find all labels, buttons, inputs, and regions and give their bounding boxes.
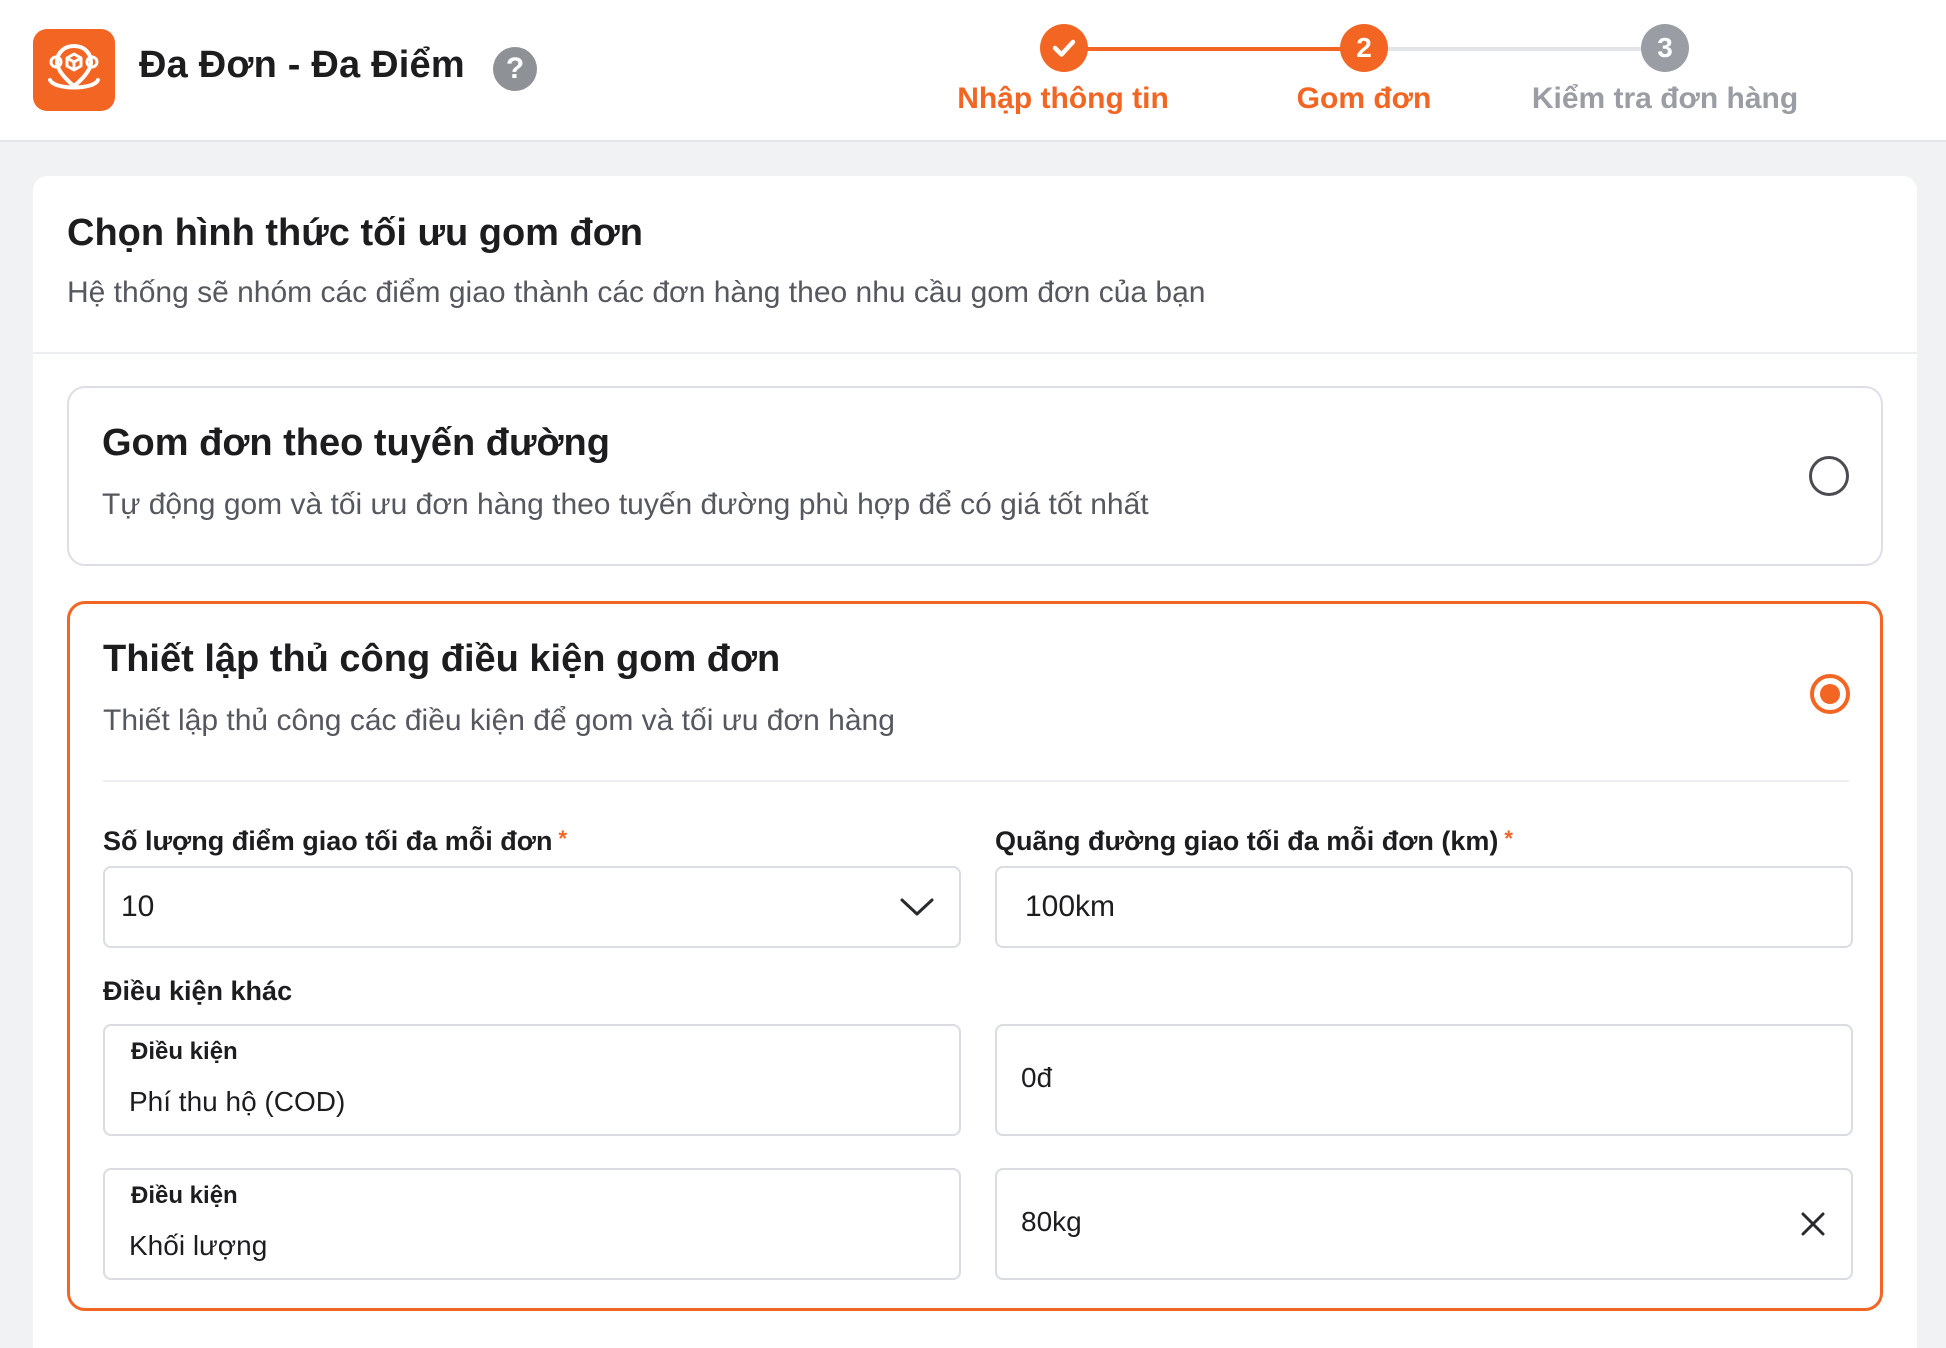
top-bar: Đa Đơn - Đa Điểm ? Nhập thông tin 2 Gom …	[0, 0, 1946, 142]
max-distance-label: Quãng đường giao tối đa mỗi đơn (km) *	[995, 826, 1513, 857]
location-package-logo-icon	[48, 43, 100, 90]
max-points-select[interactable]: 10	[103, 866, 961, 948]
divider	[103, 780, 1849, 782]
condition-type-value: Phí thu hộ (COD)	[129, 1086, 346, 1117]
max-distance-label-text: Quãng đường giao tối đa mỗi đơn (km)	[995, 826, 1499, 856]
option-title: Gom đơn theo tuyến đường	[102, 422, 610, 464]
required-mark: *	[1504, 826, 1513, 851]
max-distance-input[interactable]: 100km	[995, 866, 1853, 948]
step-2-label: Gom đơn	[1296, 82, 1432, 115]
step-2-circle: 2	[1340, 24, 1388, 72]
chevron-down-icon	[900, 898, 934, 916]
option-subtitle: Tự động gom và tối ưu đơn hàng theo tuyế…	[102, 488, 1149, 521]
step-3-circle: 3	[1641, 24, 1689, 72]
max-points-value: 10	[121, 890, 155, 923]
section-header: Chọn hình thức tối ưu gom đơn Hệ thống s…	[33, 176, 1917, 354]
condition-label: Điều kiện	[131, 1038, 238, 1065]
condition-type-field[interactable]: Điều kiện Phí thu hộ (COD)	[103, 1024, 961, 1136]
step-3-label: Kiểm tra đơn hàng	[1531, 82, 1799, 115]
condition-type-field[interactable]: Điều kiện Khối lượng	[103, 1168, 961, 1280]
max-points-label-text: Số lượng điểm giao tối đa mỗi đơn	[103, 826, 553, 856]
condition-value: 80kg	[1021, 1206, 1082, 1237]
option-manual-conditions[interactable]: Thiết lập thủ công điều kiện gom đơn Thi…	[67, 601, 1883, 1311]
other-conditions-label: Điều kiện khác	[103, 976, 293, 1006]
step-1-circle	[1040, 24, 1088, 72]
option-subtitle: Thiết lập thủ công các điều kiện để gom …	[103, 704, 895, 737]
condition-value-input[interactable]: 80kg	[995, 1168, 1853, 1280]
option-title: Thiết lập thủ công điều kiện gom đơn	[103, 638, 781, 680]
condition-type-value: Khối lượng	[129, 1230, 268, 1261]
step-1-label: Nhập thông tin	[957, 82, 1169, 115]
app-title: Đa Đơn - Đa Điểm	[139, 44, 465, 86]
close-icon[interactable]	[1799, 1210, 1827, 1238]
required-mark: *	[558, 826, 568, 851]
radio-manual-conditions[interactable]	[1810, 674, 1850, 714]
condition-value: 0đ	[1021, 1062, 1053, 1093]
condition-label: Điều kiện	[131, 1182, 238, 1209]
section-subtitle: Hệ thống sẽ nhóm các điểm giao thành các…	[67, 276, 1206, 309]
radio-route-grouping[interactable]	[1809, 456, 1849, 496]
check-icon	[1052, 39, 1076, 57]
question-circle-icon[interactable]: ?	[493, 47, 537, 91]
section-title: Chọn hình thức tối ưu gom đơn	[67, 212, 643, 254]
option-route-grouping[interactable]: Gom đơn theo tuyến đường Tự động gom và …	[67, 386, 1883, 566]
app-logo	[33, 29, 115, 111]
max-distance-value: 100km	[1025, 890, 1116, 923]
condition-value-input[interactable]: 0đ	[995, 1024, 1853, 1136]
max-points-label: Số lượng điểm giao tối đa mỗi đơn *	[103, 826, 567, 857]
stepper-line-done	[1086, 47, 1344, 51]
stepper-line-pending	[1386, 47, 1666, 51]
main-card: Chọn hình thức tối ưu gom đơn Hệ thống s…	[33, 176, 1917, 1348]
